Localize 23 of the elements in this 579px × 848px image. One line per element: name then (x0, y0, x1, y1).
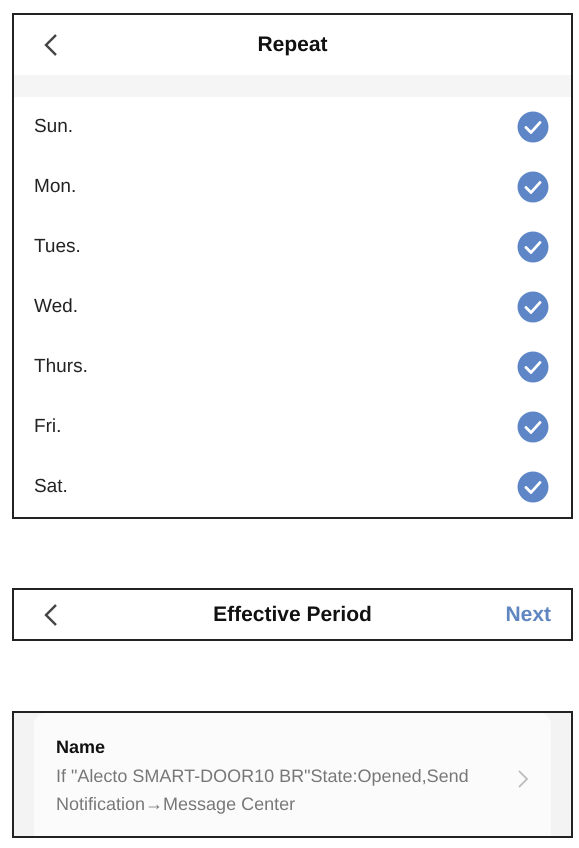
name-card[interactable]: Name If "Alecto SMART-DOOR10 BR"State:Opened,Send Notification→Message Center (34, 713, 551, 836)
day-label: Sat. (34, 476, 68, 498)
day-label: Thurs. (34, 356, 88, 378)
checkbox[interactable] (517, 231, 549, 263)
checkbox[interactable] (517, 291, 549, 323)
screen-title: Repeat (257, 33, 328, 57)
day-label: Wed. (34, 296, 78, 318)
checkbox[interactable] (517, 171, 549, 203)
screen-title: Effective Period (213, 602, 372, 626)
checkbox[interactable] (517, 411, 549, 443)
day-label: Mon. (34, 176, 76, 198)
checkbox[interactable] (517, 351, 549, 383)
name-value: If "Alecto SMART-DOOR10 BR"State:Opened,Send Notification→Message Center (56, 765, 470, 816)
name-label: Name (56, 737, 106, 758)
checkbox[interactable] (517, 471, 549, 503)
checkbox[interactable] (517, 111, 549, 143)
back-icon (44, 603, 58, 627)
back-icon (44, 33, 58, 57)
chevron-icon (517, 769, 529, 789)
next-button[interactable]: Next (505, 602, 551, 626)
day-label: Tues. (34, 236, 81, 258)
day-label: Sun. (34, 116, 74, 138)
day-label: Fri. (34, 416, 62, 438)
